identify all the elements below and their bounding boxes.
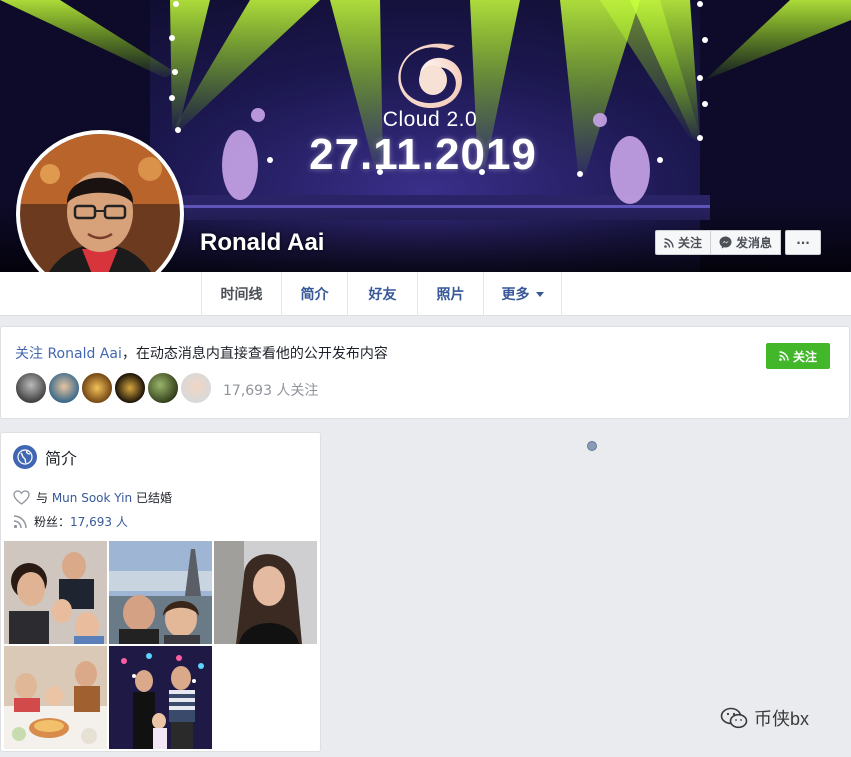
message-button[interactable]: 发消息 <box>711 230 782 255</box>
tab-timeline-label: 时间线 <box>220 287 263 303</box>
profile-name[interactable]: Ronald Aai <box>200 229 324 257</box>
tab-more[interactable]: 更多 <box>484 272 562 316</box>
follow-prompt: 关注 Ronald Aai，在动态消息内直接查看他的公开发布内容 <box>15 343 388 363</box>
wechat-icon <box>720 707 748 729</box>
tab-more-label: 更多 <box>501 287 530 303</box>
tab-friends[interactable]: 好友 <box>348 272 418 316</box>
profile-tabs: 时间线 简介 好友 照片 更多 <box>201 272 562 316</box>
intro-header: 简介 <box>13 445 77 469</box>
tab-photos[interactable]: 照片 <box>418 272 484 316</box>
avatar-photo <box>20 134 180 294</box>
follower-avatar[interactable] <box>114 372 146 404</box>
intro-photo[interactable] <box>109 541 212 644</box>
profile-nav: 时间线 简介 好友 照片 更多 <box>0 272 851 316</box>
follower-avatar[interactable] <box>81 372 113 404</box>
caret-down-icon <box>535 291 544 297</box>
follow-panel: 关注 Ronald Aai，在动态消息内直接查看他的公开发布内容 关注 17,6… <box>0 326 850 419</box>
intro-photo[interactable] <box>214 541 317 644</box>
rss-icon <box>664 237 674 248</box>
follow-button[interactable]: 关注 <box>655 230 712 255</box>
follow-prompt-prefix: 关注 <box>15 346 48 362</box>
tab-about[interactable]: 简介 <box>282 272 348 316</box>
tab-photos-label: 照片 <box>436 287 465 303</box>
more-options-button[interactable]: ··· <box>785 230 822 255</box>
ellipsis-icon: ··· <box>796 235 810 250</box>
tab-about-label: 简介 <box>300 287 329 303</box>
profile-actions: 关注 发消息 ··· <box>655 230 822 255</box>
globe-icon <box>13 445 37 469</box>
relationship-row: 与 Mun Sook Yin 已结婚 <box>13 489 172 506</box>
follower-avatar[interactable] <box>48 372 80 404</box>
follower-count: 17,693 人关注 <box>223 383 319 399</box>
relationship-suffix: 已结婚 <box>132 491 172 505</box>
spouse-link[interactable]: Mun Sook Yin <box>52 491 132 505</box>
follow-panel-button-label: 关注 <box>792 349 817 364</box>
relationship-prefix: 与 <box>36 491 52 505</box>
rss-icon <box>13 515 27 529</box>
intro-photo[interactable] <box>109 646 212 749</box>
intro-photo[interactable] <box>4 646 107 749</box>
messenger-icon <box>719 236 732 249</box>
follower-avatar[interactable] <box>147 372 179 404</box>
cover-date-text: 27.11.2019 <box>309 130 537 179</box>
loading-indicator <box>587 441 597 451</box>
followers-row: 粉丝：17,693 人 <box>13 513 128 530</box>
tab-friends-label: 好友 <box>368 287 397 303</box>
followers-count-link[interactable]: 17,693 人 <box>70 515 128 529</box>
intro-photo[interactable] <box>4 541 107 644</box>
follower-avatars <box>15 372 212 404</box>
follow-prompt-name-link[interactable]: Ronald Aai <box>47 346 121 362</box>
followers-label: 粉丝： <box>34 515 71 529</box>
rss-icon <box>779 351 789 361</box>
tab-timeline[interactable]: 时间线 <box>202 272 282 316</box>
cover-brand-text: Cloud 2.0 <box>382 108 478 131</box>
message-button-label: 发消息 <box>736 236 773 250</box>
follower-avatar[interactable] <box>15 372 47 404</box>
watermark-text: 币侠bx <box>754 709 810 729</box>
heart-icon <box>13 490 30 505</box>
intro-title: 简介 <box>45 449 78 468</box>
follow-panel-button[interactable]: 关注 <box>766 343 830 369</box>
intro-card: 简介 与 Mun Sook Yin 已结婚 粉丝：17,693 人 <box>0 432 321 752</box>
follower-avatar[interactable] <box>180 372 212 404</box>
follow-button-label: 关注 <box>678 236 703 250</box>
watermark: 币侠bx <box>720 705 809 731</box>
follow-prompt-suffix: ，在动态消息内直接查看他的公开发布内容 <box>121 346 388 362</box>
